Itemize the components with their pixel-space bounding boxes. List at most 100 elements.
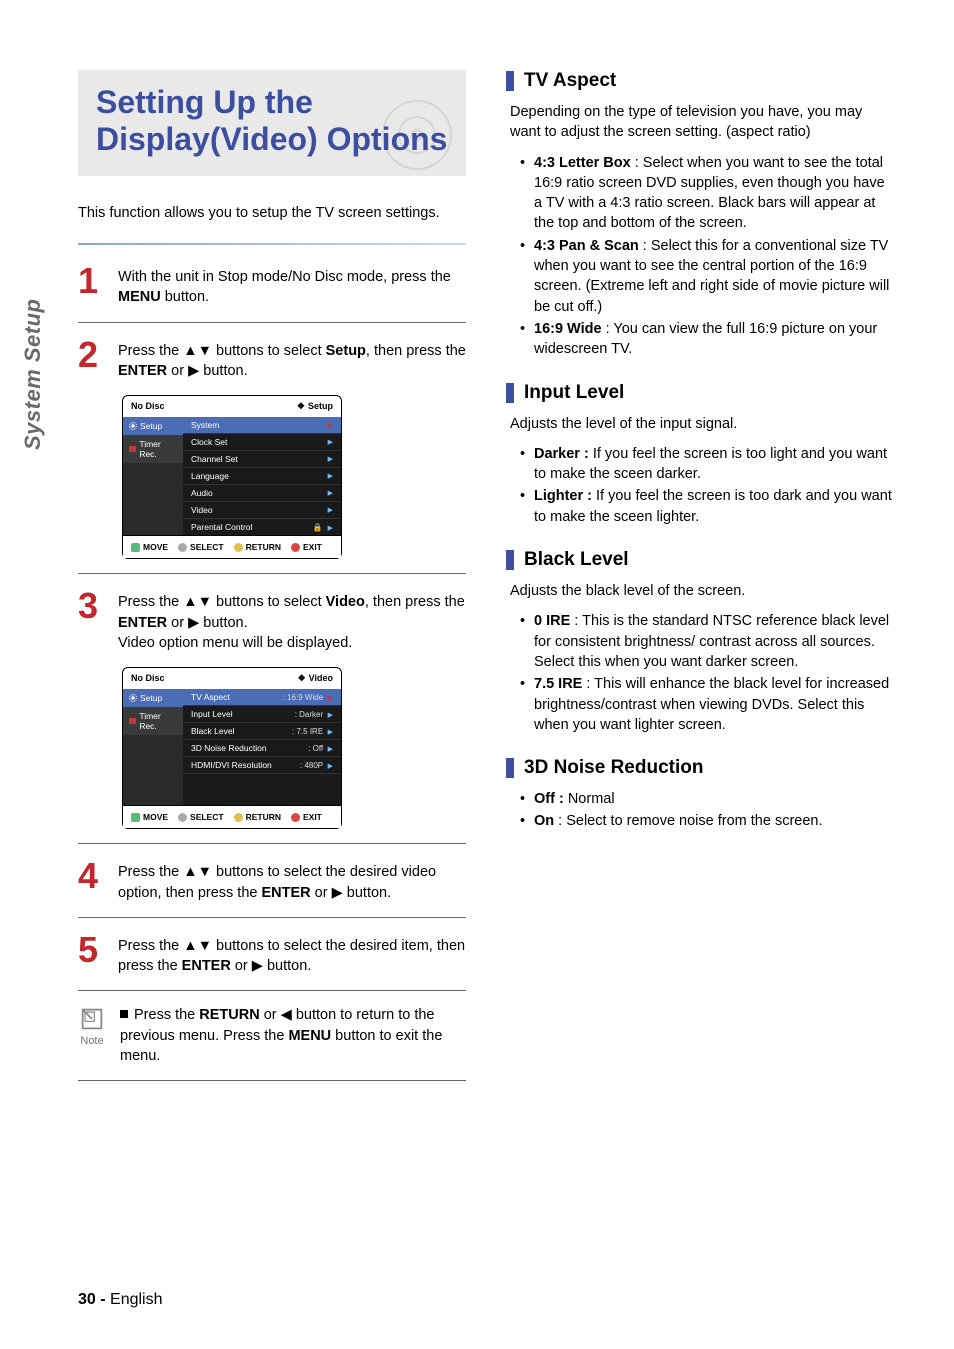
label: Channel Set	[191, 454, 238, 464]
step-1: 1 With the unit in Stop mode/No Disc mod…	[78, 263, 466, 308]
left-column: Setting Up the Display(Video) Options Th…	[78, 70, 466, 1095]
text: : This is the standard NTSC reference bl…	[534, 613, 889, 670]
osd-row-language: Language▶	[183, 468, 341, 485]
text: or	[311, 885, 332, 901]
bullet-text: 0 IRE : This is the standard NTSC refere…	[534, 611, 894, 672]
bullet-dot-icon: •	[520, 486, 534, 527]
right-column: TV Aspect Depending on the type of telev…	[506, 70, 894, 1095]
osd-footer-exit: EXIT	[291, 812, 322, 822]
bullet-dot-icon: •	[520, 789, 534, 809]
right-triangle-icon: ▶	[328, 489, 333, 497]
text: , then press the	[366, 343, 466, 359]
step-number: 5	[78, 932, 106, 977]
osd-row-audio: Audio▶	[183, 485, 341, 502]
right-triangle-icon: ▶	[328, 712, 333, 719]
bullet-item: •4:3 Letter Box : Select when you want t…	[520, 153, 894, 234]
text: Setup	[140, 693, 162, 703]
right-triangle-icon: ▶	[328, 472, 333, 480]
osd-footer-return: RETURN	[234, 812, 281, 822]
step-text: Press the ▲▼ buttons to select Video, th…	[118, 588, 466, 653]
bold: Off :	[534, 791, 564, 807]
bullet-item: •Off : Normal	[520, 789, 894, 809]
bullet-dot-icon: •	[520, 153, 534, 234]
bullet-text: 16:9 Wide : You can view the full 16:9 p…	[534, 319, 894, 360]
right-triangle-icon: ▶	[328, 695, 333, 702]
bullet-text: Off : Normal	[534, 789, 894, 809]
value: : 16:9 Wide ▶	[283, 693, 333, 702]
step-text: With the unit in Stop mode/No Disc mode,…	[118, 263, 466, 308]
diamond-icon: ❖	[297, 401, 305, 411]
label: System	[191, 420, 219, 430]
step-3: 3 Press the ▲▼ buttons to select Video, …	[78, 588, 466, 653]
text: : Off	[308, 744, 323, 753]
section-black-level: Black Level Adjusts the black level of t…	[506, 549, 894, 735]
bold: 4:3 Letter Box	[534, 155, 631, 171]
osd-header-right: ❖Video	[298, 673, 333, 684]
bold: On	[534, 813, 554, 829]
diamond-icon: ❖	[298, 673, 306, 683]
bullet-dot-icon: •	[520, 319, 534, 360]
bold: ENTER	[182, 958, 231, 974]
section-title: 3D Noise Reduction	[524, 757, 703, 779]
lock-group: 🔒 ▶	[313, 522, 333, 532]
bullet-item: •0 IRE : This is the standard NTSC refer…	[520, 611, 894, 672]
note-icon-wrap: Note	[78, 1005, 106, 1047]
bold: Lighter :	[534, 488, 592, 504]
text: or	[231, 958, 252, 974]
label: Input Level	[191, 709, 233, 719]
intro-text: This function allows you to setup the TV…	[78, 204, 466, 224]
osd-row-clock: Clock Set▶	[183, 434, 341, 451]
text: Setup	[308, 401, 333, 411]
left-arrow-icon: ◀	[281, 1007, 292, 1023]
step-text: Press the ▲▼ buttons to select the desir…	[118, 858, 466, 903]
recorder-icon	[129, 718, 136, 724]
text: or	[167, 363, 188, 379]
section-input-level: Input Level Adjusts the level of the inp…	[506, 382, 894, 527]
step-4: 4 Press the ▲▼ buttons to select the des…	[78, 858, 466, 903]
right-triangle-icon: ▶	[328, 525, 333, 532]
section-bar-icon	[506, 758, 514, 778]
step-5: 5 Press the ▲▼ buttons to select the des…	[78, 932, 466, 977]
value: : Darker ▶	[295, 710, 333, 719]
right-triangle-icon: ▶	[328, 438, 333, 446]
label: TV Aspect	[191, 692, 230, 702]
bold: 0 IRE	[534, 613, 570, 629]
updown-arrows-icon: ▲▼	[183, 343, 212, 359]
section-header: Input Level	[506, 382, 894, 404]
osd-footer: MOVE SELECT RETURN EXIT	[123, 535, 341, 558]
step-text: Press the ▲▼ buttons to select the desir…	[118, 932, 466, 977]
note-hand-icon	[78, 1005, 106, 1033]
return-icon	[234, 543, 243, 552]
return-icon	[234, 813, 243, 822]
bullet-dot-icon: •	[520, 611, 534, 672]
exit-icon	[291, 813, 300, 822]
text: Press the	[118, 343, 183, 359]
bullet-item: •4:3 Pan & Scan : Select this for a conv…	[520, 236, 894, 317]
right-triangle-icon: ▶	[328, 421, 333, 429]
osd-video-screenshot: No Disc ❖Video Setup Timer Rec. TV Aspec…	[122, 667, 342, 829]
section-body: Adjusts the level of the input signal. •…	[510, 414, 894, 527]
section-body: Adjusts the black level of the screen. •…	[510, 581, 894, 735]
bullet-text: Lighter : If you feel the screen is too …	[534, 486, 894, 527]
osd-row-hdmi: HDMI/DVI Resolution: 480P ▶	[183, 757, 341, 774]
osd-header-right: ❖Setup	[297, 401, 333, 412]
text: : Darker	[295, 710, 323, 719]
osd-row-3dnoise: 3D Noise Reduction: Off ▶	[183, 740, 341, 757]
section-title: Black Level	[524, 549, 629, 571]
bullet-text: On : Select to remove noise from the scr…	[534, 811, 894, 831]
bold: ENTER	[262, 885, 311, 901]
section-intro: Adjusts the level of the input signal.	[510, 414, 894, 434]
text: buttons to select	[212, 343, 326, 359]
spacer	[183, 774, 341, 792]
bullet-dot-icon: •	[520, 444, 534, 485]
text: : 7.5 IRE	[292, 727, 323, 736]
osd-body: Setup Timer Rec. TV Aspect: 16:9 Wide ▶ …	[123, 689, 341, 805]
divider	[78, 573, 466, 574]
osd-left-panel: Setup Timer Rec.	[123, 689, 183, 805]
bullet-item: •16:9 Wide : You can view the full 16:9 …	[520, 319, 894, 360]
exit-icon	[291, 543, 300, 552]
text: button.	[199, 363, 247, 379]
bullet-item: •7.5 IRE : This will enhance the black l…	[520, 674, 894, 735]
osd-header: No Disc ❖Video	[123, 668, 341, 689]
bullet-text: 4:3 Pan & Scan : Select this for a conve…	[534, 236, 894, 317]
